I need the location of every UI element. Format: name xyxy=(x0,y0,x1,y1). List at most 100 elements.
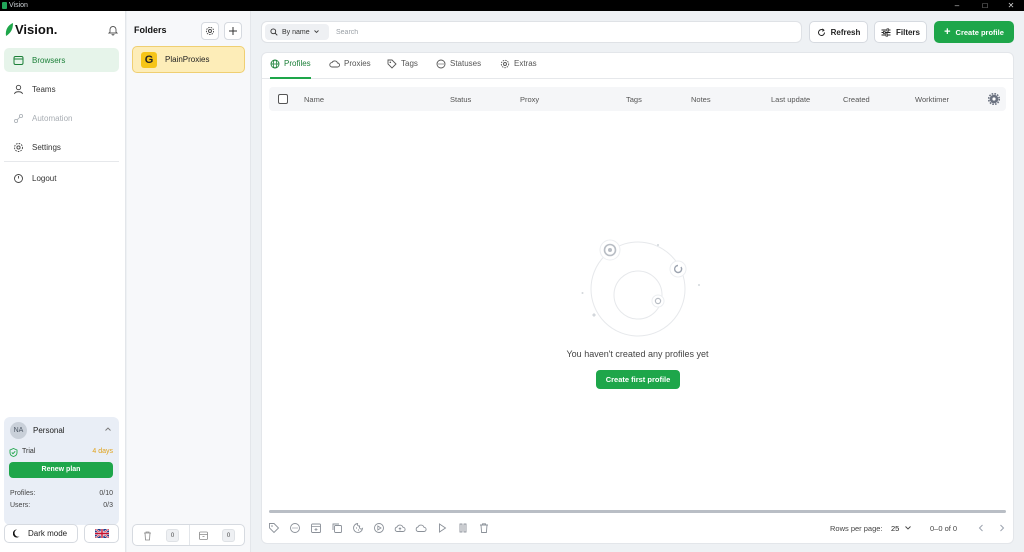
gear-icon xyxy=(205,26,215,36)
profiles-usage: Profiles: 0/10 xyxy=(10,490,113,497)
column-settings-icon[interactable] xyxy=(988,93,1000,105)
window-title: Vision xyxy=(9,2,28,9)
sidebar-item-settings[interactable]: Settings xyxy=(4,135,119,159)
column-header-proxy[interactable]: Proxy xyxy=(520,95,539,104)
tab-label: Tags xyxy=(401,59,418,68)
cloud-icon[interactable] xyxy=(415,522,427,534)
trash-icon[interactable] xyxy=(142,530,153,541)
language-button[interactable] xyxy=(84,524,119,543)
sidebar-item-teams[interactable]: Teams xyxy=(4,77,119,101)
tab-label: Extras xyxy=(514,59,537,68)
search-bar: By name xyxy=(261,21,802,43)
create-first-profile-button[interactable]: Create first profile xyxy=(596,370,680,389)
main-area: By name Refresh Filters + Create profile xyxy=(252,11,1024,552)
column-header-worktimer[interactable]: Worktimer xyxy=(915,95,949,104)
avatar[interactable]: NA xyxy=(10,422,27,439)
trash-icon[interactable] xyxy=(478,522,490,534)
tab-bar: Profiles Proxies Tags Statuses Extras xyxy=(262,53,1013,79)
sort-select-value: By name xyxy=(282,28,310,36)
cloud-icon xyxy=(329,60,340,68)
refresh-button[interactable]: Refresh xyxy=(809,21,868,43)
tab-label: Proxies xyxy=(344,59,371,68)
sidebar: Vision. Browsers Teams Automation Settin xyxy=(0,11,126,552)
profiles-usage-value: 0/10 xyxy=(99,490,113,497)
sidebar-item-browsers[interactable]: Browsers xyxy=(4,48,119,72)
next-page-icon[interactable] xyxy=(997,523,1007,533)
launch-settings-icon[interactable] xyxy=(373,522,385,534)
play-icon[interactable] xyxy=(436,522,448,534)
sort-select[interactable]: By name xyxy=(265,24,329,40)
rows-per-page-select[interactable]: 25 xyxy=(891,524,899,533)
column-header-name[interactable]: Name xyxy=(304,95,324,104)
renew-plan-button[interactable]: Renew plan xyxy=(9,462,113,478)
archive-icon[interactable] xyxy=(198,530,209,541)
rows-per-page-label: Rows per page: xyxy=(830,524,883,533)
gear-icon xyxy=(500,59,510,69)
table-header: Name Status Proxy Tags Notes Last update… xyxy=(269,87,1006,111)
footer-divider xyxy=(189,525,190,545)
tag-icon[interactable] xyxy=(268,522,280,534)
tab-label: Profiles xyxy=(284,59,311,68)
filters-label: Filters xyxy=(895,27,920,37)
shield-check-icon xyxy=(9,448,18,457)
create-profile-label: Create profile xyxy=(955,27,1004,37)
folder-item-label: PlainProxies xyxy=(165,55,210,64)
status-icon[interactable] xyxy=(289,522,301,534)
add-folder-button[interactable] xyxy=(224,22,242,40)
gear-icon xyxy=(14,142,23,152)
folders-title: Folders xyxy=(134,25,167,35)
horizontal-scrollbar[interactable] xyxy=(269,510,1006,513)
filters-button[interactable]: Filters xyxy=(874,21,927,43)
uk-flag-icon xyxy=(94,529,109,538)
account-name[interactable]: Personal xyxy=(33,426,65,435)
sidebar-item-logout[interactable]: Logout xyxy=(4,166,119,190)
refresh-icon xyxy=(817,27,825,36)
search-icon xyxy=(270,28,278,36)
brand-name: Vision. xyxy=(15,21,58,37)
move-to-folder-icon[interactable] xyxy=(310,522,322,534)
copy-icon[interactable] xyxy=(331,522,343,534)
leaf-logo-icon xyxy=(5,22,13,36)
automation-icon xyxy=(13,113,24,123)
window-titlebar: Vision – □ ✕ xyxy=(0,0,1024,11)
tab-proxies[interactable]: Proxies xyxy=(329,59,371,79)
chevron-down-icon[interactable] xyxy=(904,524,912,532)
dark-mode-button[interactable]: Dark mode xyxy=(4,524,78,543)
search-input[interactable] xyxy=(336,25,776,39)
column-header-status[interactable]: Status xyxy=(450,95,471,104)
column-header-last-update[interactable]: Last update xyxy=(771,95,810,104)
sidebar-item-label: Teams xyxy=(32,84,56,94)
close-window-button[interactable]: ✕ xyxy=(1000,0,1022,11)
folder-item[interactable]: G PlainProxies xyxy=(132,46,245,73)
column-header-created[interactable]: Created xyxy=(843,95,870,104)
previous-page-icon[interactable] xyxy=(976,523,986,533)
cloud-upload-icon[interactable] xyxy=(394,522,406,534)
pagination-range: 0–0 of 0 xyxy=(930,524,958,533)
chevron-up-icon[interactable] xyxy=(104,425,112,433)
plan-days-left: 4 days xyxy=(92,448,113,455)
bell-icon[interactable] xyxy=(107,24,119,36)
maximize-button[interactable]: □ xyxy=(974,0,996,11)
tab-profiles[interactable]: Profiles xyxy=(270,59,311,79)
sidebar-item-automation: Automation xyxy=(4,106,119,130)
tab-label: Statuses xyxy=(450,59,482,68)
folder-settings-button[interactable] xyxy=(201,22,219,40)
tab-statuses[interactable]: Statuses xyxy=(436,59,481,79)
account-panel: NA Personal Trial 4 days Renew plan Prof… xyxy=(4,417,119,525)
select-all-checkbox[interactable] xyxy=(278,94,288,104)
power-icon xyxy=(14,173,23,183)
tab-tags[interactable]: Tags xyxy=(387,59,418,79)
trash-count: 0 xyxy=(166,529,179,542)
plan-label: Trial xyxy=(22,448,36,455)
column-header-notes[interactable]: Notes xyxy=(691,95,711,104)
app-logo-icon xyxy=(2,2,7,9)
filters-icon xyxy=(881,27,891,37)
cookie-icon[interactable] xyxy=(352,522,364,534)
pause-icon[interactable] xyxy=(457,522,469,534)
tab-extras[interactable]: Extras xyxy=(500,59,537,79)
create-profile-button[interactable]: + Create profile xyxy=(934,21,1014,43)
users-usage: Users: 0/3 xyxy=(10,502,113,509)
folder-letter-icon: G xyxy=(141,51,157,68)
column-header-tags[interactable]: Tags xyxy=(626,95,642,104)
minimize-button[interactable]: – xyxy=(946,0,968,11)
